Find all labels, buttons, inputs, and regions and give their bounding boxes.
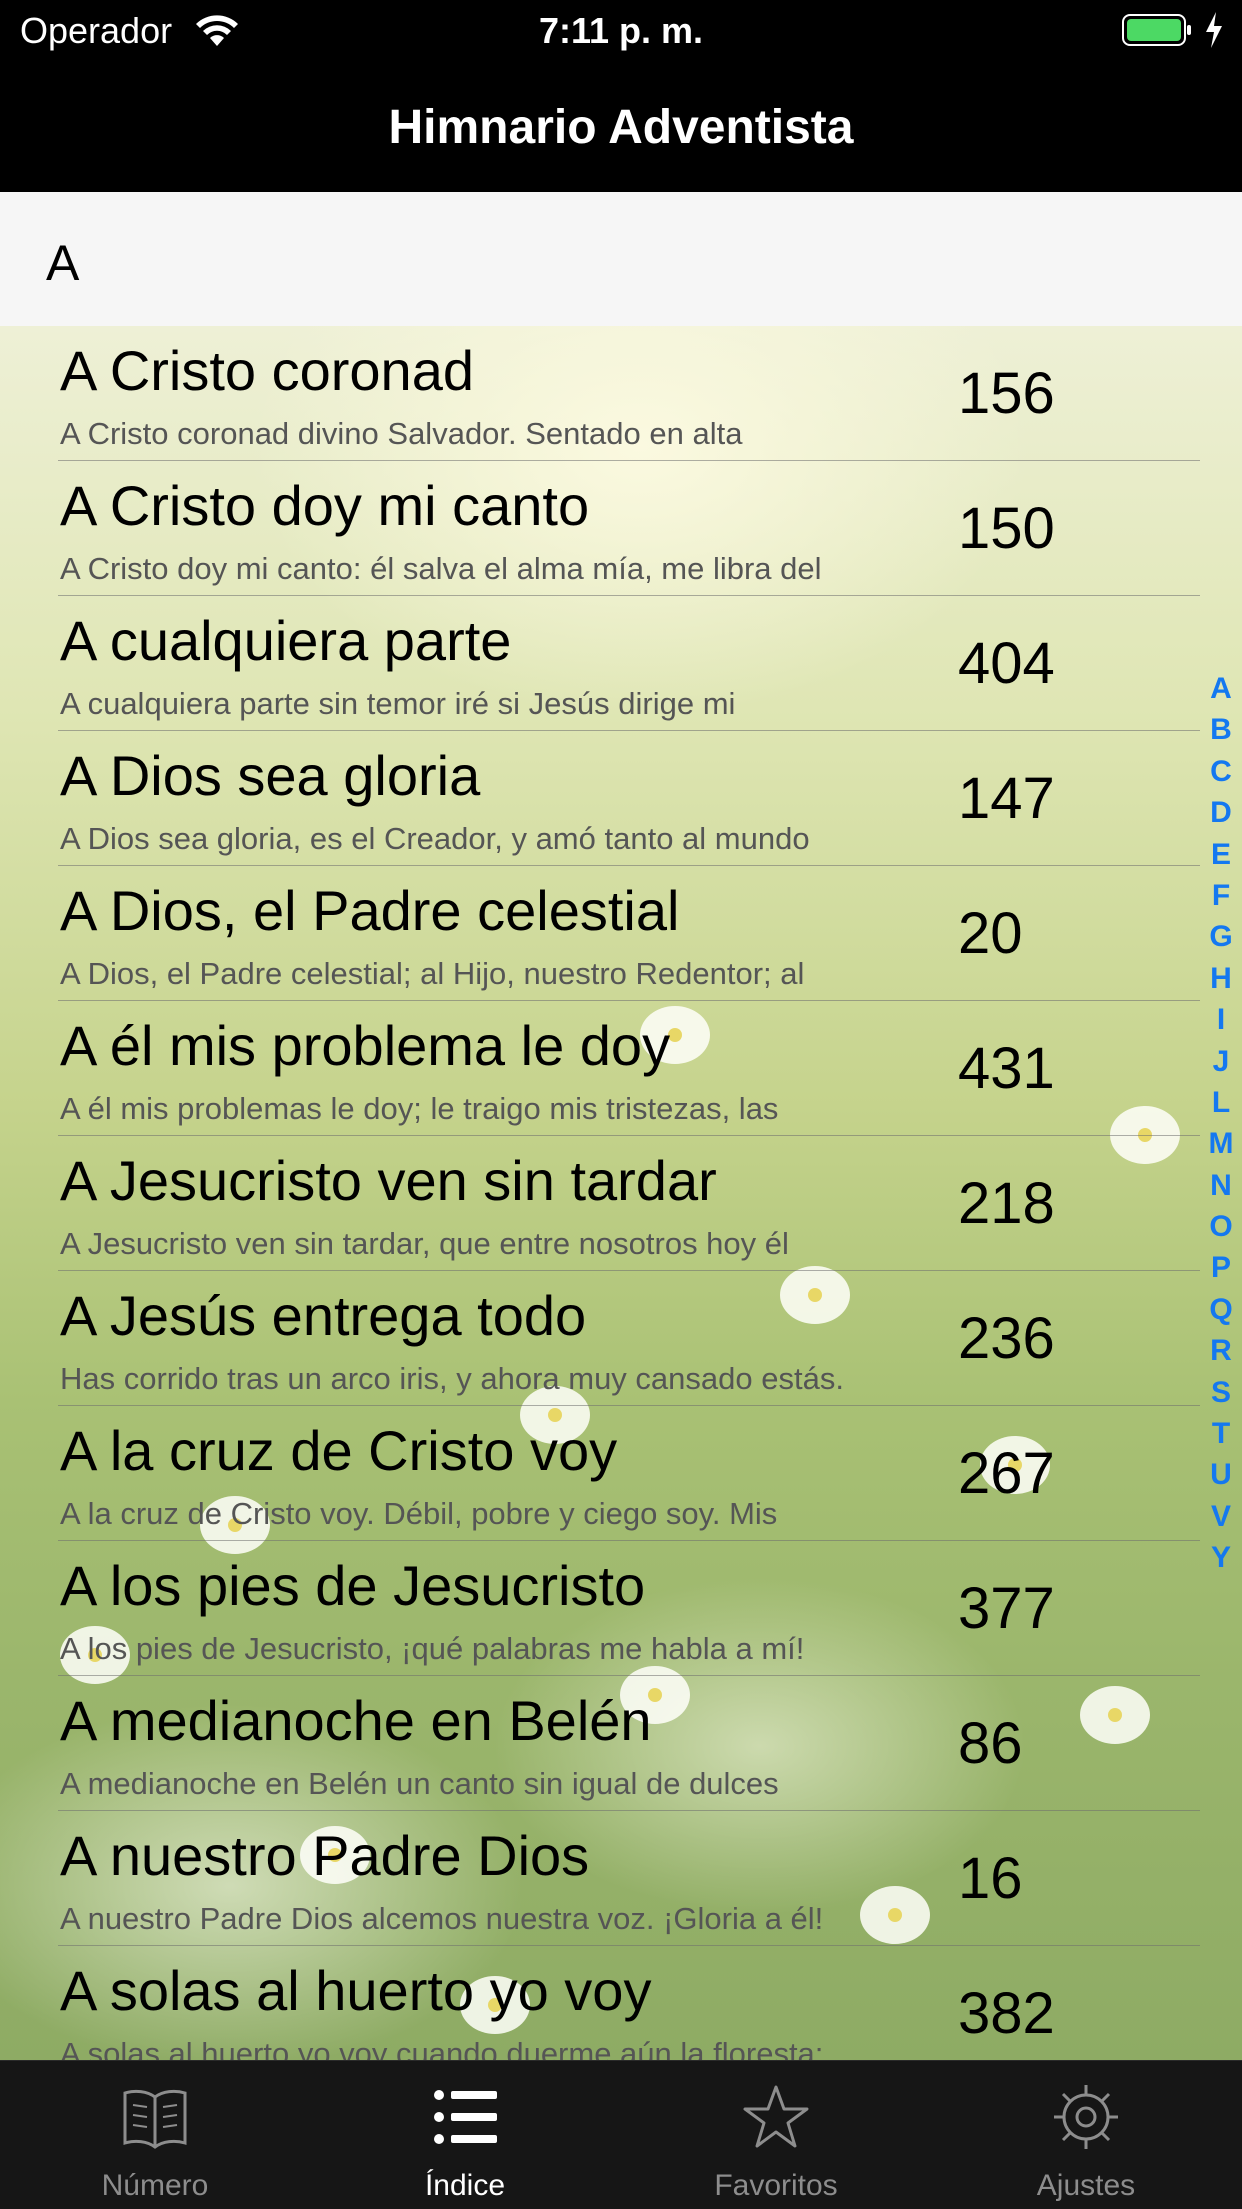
hymn-title: A Dios sea gloria: [60, 744, 481, 807]
hymn-list[interactable]: A Cristo coronad A Cristo coronad divino …: [0, 326, 1242, 2060]
list-icon: [434, 2090, 497, 2144]
hymn-number: 147: [958, 766, 1055, 831]
section-header: A: [0, 192, 1242, 326]
hymn-number: 16: [958, 1846, 1023, 1911]
tab-ajustes[interactable]: Ajustes: [931, 2061, 1241, 2209]
hymn-row[interactable]: A los pies de Jesucristo A los pies de Je…: [0, 1541, 1200, 1676]
hymn-first-line: Has corrido tras un arco iris, y ahora m…: [60, 1361, 844, 1396]
hymn-number: 86: [958, 1711, 1023, 1776]
index-letter[interactable]: B: [1210, 709, 1232, 750]
hymn-row[interactable]: A nuestro Padre Dios A nuestro Padre Dios…: [0, 1811, 1200, 1946]
hymn-first-line: A él mis problemas le doy; le traigo mis…: [60, 1091, 779, 1126]
hymn-first-line: A cualquiera parte sin temor iré si Jesú…: [60, 686, 736, 721]
hymn-first-line: A Jesucristo ven sin tardar, que entre n…: [60, 1226, 789, 1261]
hymn-number: 267: [958, 1441, 1055, 1506]
hymn-first-line: A Cristo doy mi canto: él salva el alma …: [60, 551, 822, 586]
hymn-first-line: A la cruz de Cristo voy. Débil, pobre y …: [60, 1496, 778, 1531]
hymn-number: 20: [958, 901, 1023, 966]
hymn-row[interactable]: A Cristo coronad A Cristo coronad divino …: [0, 326, 1200, 461]
index-letter[interactable]: A: [1210, 668, 1232, 709]
section-letter: A: [46, 235, 80, 291]
tab-indice[interactable]: Índice: [310, 2061, 620, 2209]
hymn-number: 156: [958, 361, 1055, 426]
hymn-first-line: A Dios, el Padre celestial; al Hijo, nue…: [60, 956, 805, 991]
star-icon: [743, 2085, 809, 2148]
hymn-row[interactable]: A Cristo doy mi canto A Cristo doy mi can…: [0, 461, 1200, 596]
index-letter[interactable]: V: [1211, 1496, 1231, 1537]
index-letter[interactable]: C: [1210, 751, 1232, 792]
hymn-row[interactable]: A Dios, el Padre celestial A Dios, el Pad…: [0, 866, 1200, 1001]
index-letter[interactable]: T: [1212, 1413, 1230, 1454]
book-icon: [123, 2089, 187, 2149]
hymn-row[interactable]: A cualquiera parte A cualquiera parte sin…: [0, 596, 1200, 731]
hymn-title: A los pies de Jesucristo: [60, 1554, 646, 1617]
hymn-title: A cualquiera parte: [60, 609, 512, 672]
hymn-first-line: A solas al huerto yo voy cuando duerme a…: [60, 2036, 824, 2060]
hymn-title: A Dios, el Padre celestial: [60, 879, 680, 942]
tab-label: Número: [101, 2169, 209, 2202]
tab-bar: Número Índice Favoritos Ajustes: [0, 2060, 1242, 2209]
hymn-number: 218: [958, 1171, 1055, 1236]
hymn-title: A Jesucristo ven sin tardar: [60, 1149, 717, 1212]
index-letter[interactable]: P: [1211, 1247, 1231, 1288]
hymn-first-line: A nuestro Padre Dios alcemos nuestra voz…: [60, 1901, 824, 1936]
index-letter[interactable]: H: [1210, 958, 1232, 999]
hymn-number: 236: [958, 1306, 1055, 1371]
index-letter[interactable]: S: [1211, 1372, 1231, 1413]
tab-label: Índice: [424, 2169, 506, 2202]
hymn-number: 404: [958, 631, 1055, 696]
gear-icon: [1054, 2085, 1118, 2149]
index-letter[interactable]: Y: [1211, 1537, 1231, 1578]
index-letter[interactable]: M: [1209, 1123, 1234, 1164]
index-letter[interactable]: O: [1209, 1206, 1232, 1247]
hymn-row[interactable]: A él mis problema le doy A él mis problem…: [0, 1001, 1200, 1136]
alphabet-index[interactable]: ABCDEFGHIJLMNOPQRSTUVY: [1200, 668, 1242, 1579]
index-letter[interactable]: F: [1212, 875, 1230, 916]
index-letter[interactable]: I: [1217, 999, 1225, 1040]
index-letter[interactable]: R: [1210, 1330, 1232, 1371]
hymn-number: 377: [958, 1576, 1055, 1641]
page-title: Himnario Adventista: [388, 101, 854, 154]
navigation-bar: Himnario Adventista: [0, 62, 1242, 192]
hymn-number: 431: [958, 1036, 1055, 1101]
index-letter[interactable]: G: [1209, 916, 1232, 957]
hymn-title: A Jesús entrega todo: [60, 1284, 587, 1347]
hymn-number: 150: [958, 496, 1055, 561]
hymn-first-line: A Dios sea gloria, es el Creador, y amó …: [60, 821, 810, 856]
index-letter[interactable]: E: [1211, 834, 1231, 875]
hymn-row[interactable]: A solas al huerto yo voy A solas al huert…: [0, 1946, 1200, 2060]
tab-favoritos[interactable]: Favoritos: [621, 2061, 931, 2209]
hymn-row[interactable]: A medianoche en Belén A medianoche en Bel…: [0, 1676, 1200, 1811]
hymn-title: A nuestro Padre Dios: [60, 1824, 590, 1887]
battery-icon: [1122, 14, 1191, 46]
clock: 7:11 p. m.: [538, 10, 704, 51]
tab-label: Ajustes: [1036, 2169, 1136, 2202]
hymn-title: A medianoche en Belén: [60, 1689, 652, 1752]
hymn-first-line: A medianoche en Belén un canto sin igual…: [60, 1766, 779, 1801]
hymn-title: A la cruz de Cristo voy: [60, 1419, 618, 1482]
status-bar: Operador 7:11 p. m.: [0, 0, 1242, 62]
index-letter[interactable]: L: [1212, 1082, 1230, 1123]
index-letter[interactable]: J: [1213, 1041, 1230, 1082]
hymn-title: A Cristo doy mi canto: [60, 474, 590, 537]
hymn-row[interactable]: A Jesús entrega todo Has corrido tras un …: [0, 1271, 1200, 1406]
index-letter[interactable]: Q: [1209, 1289, 1232, 1330]
hymn-title: A Cristo coronad: [60, 339, 474, 402]
index-letter[interactable]: U: [1210, 1454, 1232, 1495]
index-letter[interactable]: D: [1210, 792, 1232, 833]
hymn-number: 382: [958, 1981, 1055, 2046]
hymn-row[interactable]: A Dios sea gloria A Dios sea gloria, es e…: [0, 731, 1200, 866]
tab-numero[interactable]: Número: [0, 2061, 310, 2209]
charging-bolt-icon: [1206, 12, 1222, 48]
hymn-title: A él mis problema le doy: [60, 1014, 671, 1077]
index-letter[interactable]: N: [1210, 1165, 1232, 1206]
tab-label: Favoritos: [714, 2169, 838, 2202]
hymn-first-line: A Cristo coronad divino Salvador. Sentad…: [60, 416, 743, 451]
hymn-row[interactable]: A Jesucristo ven sin tardar A Jesucristo …: [0, 1136, 1200, 1271]
hymn-row[interactable]: A la cruz de Cristo voy A la cruz de Cris…: [0, 1406, 1200, 1541]
hymn-first-line: A los pies de Jesucristo, ¡qué palabras …: [60, 1631, 805, 1666]
hymn-title: A solas al huerto yo voy: [60, 1959, 652, 2022]
